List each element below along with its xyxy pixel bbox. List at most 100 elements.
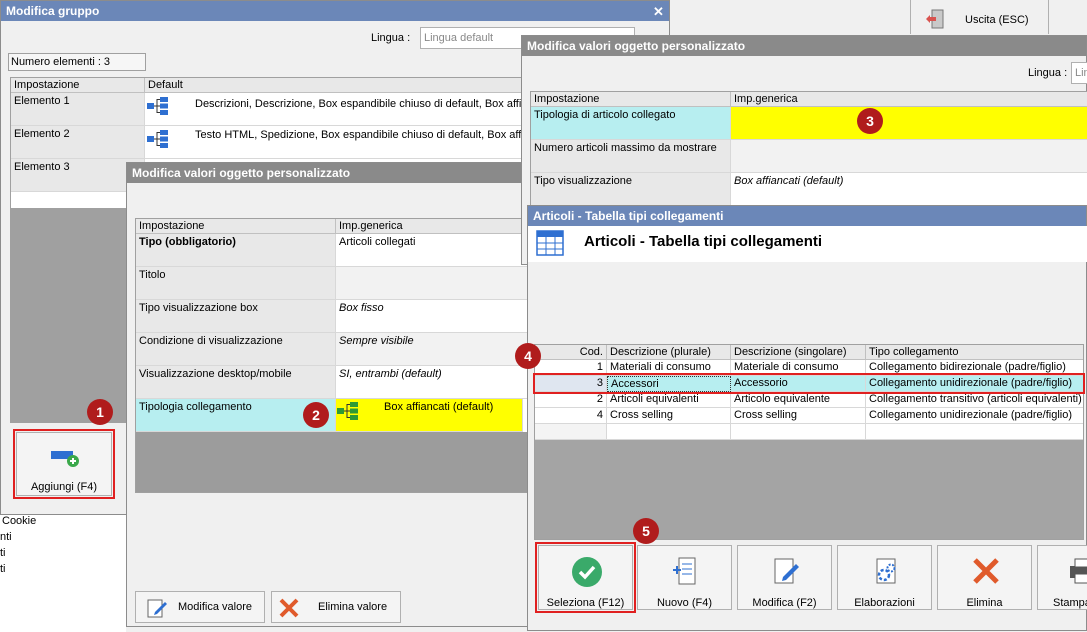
table-row-label[interactable]: Tipo visualizzazione [531,173,731,206]
toolbar-separator [1048,0,1049,34]
table-row-plural[interactable]: Articoli equivalenti [607,392,731,408]
table-row-value[interactable] [731,140,1087,173]
column-header: Tipo collegamento [866,345,1083,360]
row-value-text: Box affiancati (default) [384,401,494,413]
lingua-label: Lingua : [371,32,411,44]
delete-x-icon [279,598,299,618]
table-row-value-selected[interactable] [731,107,1087,140]
table-row-label[interactable]: Elemento 2 [11,126,145,159]
window-title: Modifica valori oggetto personalizzato [127,163,528,183]
table-row-empty[interactable] [731,424,866,440]
table-row-plural[interactable]: Cross selling [607,408,731,424]
delete-button[interactable]: Elimina [937,545,1032,610]
values-grid: Impostazione Imp.generica Tipo (obbligat… [135,218,530,493]
table-row-label-selected[interactable]: Tipologia di articolo collegato [531,107,731,140]
exit-label: Uscita (ESC) [965,14,1029,26]
column-header: Impostazione [136,219,336,234]
top-toolbar: Uscita (ESC) [670,0,1087,34]
table-row-label[interactable]: Numero articoli massimo da mostrare [531,140,731,173]
background-list: Cookie nti ti ti [0,512,126,632]
add-button[interactable]: Aggiungi (F4) [16,432,112,496]
step-badge: 5 [633,518,659,544]
table-row-label[interactable]: Tipo (obbligatorio) [136,234,336,267]
table-row-empty[interactable] [866,424,1083,440]
column-header: Impostazione [11,78,145,93]
window-title: Modifica gruppo [1,1,669,21]
table-row-label[interactable]: Titolo [136,267,336,300]
select-button[interactable]: Seleziona (F12) [538,545,633,610]
column-header: Impostazione [531,92,731,107]
table-row-type[interactable]: Collegamento transitivo (articoli equiva… [866,392,1083,408]
column-header: Descrizione (plurale) [607,345,731,360]
row-value-text: Testo HTML, Spedizione, Box espandibile … [195,129,530,141]
close-icon[interactable]: ✕ [653,4,664,20]
table-row-value[interactable]: SI, entrambi (default) [336,366,529,399]
add-button-label: Aggiungi (F4) [30,481,98,493]
column-header: Descrizione (singolare) [731,345,866,360]
edit-value-button[interactable]: Modifica valore [135,591,265,623]
exit-door-icon [926,9,944,29]
edit-icon [774,558,799,584]
modifica-valori-window-left: Modifica valori oggetto personalizzato I… [126,162,530,627]
lingua-select[interactable]: Lin [1071,62,1087,84]
grid-empty-area [136,432,529,492]
gears-icon [876,558,896,584]
new-button-label: Nuovo (F4) [656,597,713,609]
list-item: nti [0,531,12,543]
column-header: Imp.generica [731,92,1087,107]
delete-value-label: Elimina valore [318,601,388,613]
table-row-type[interactable]: Collegamento unidirezionale (padre/figli… [866,408,1083,424]
step-badge: 3 [857,108,883,134]
table-row-label[interactable]: Elemento 3 [11,159,145,192]
delete-value-button[interactable]: Elimina valore [271,591,401,623]
exit-button[interactable]: Uscita (ESC) [920,6,1040,30]
element-count: Numero elementi : 3 [8,53,146,71]
table-row-value[interactable] [336,267,529,300]
window-title: Articoli - Tabella tipi collegamenti [528,206,1086,226]
processing-button-label: Elaborazioni [854,597,915,609]
table-row-cod[interactable]: 2 [535,392,607,408]
window-title: Modifica valori oggetto personalizzato [522,36,1086,56]
processing-button[interactable]: Elaborazioni [837,545,932,610]
window-heading: Articoli - Tabella tipi collegamenti [584,233,823,250]
structure-icon [147,130,168,148]
table-row-empty[interactable] [535,424,607,440]
print-button[interactable]: Stampa [1037,545,1087,610]
edit-button-label: Modifica (F2) [752,597,817,609]
column-header: Imp.generica [336,219,529,234]
selected-row-highlight [533,373,1085,394]
tipi-collegamenti-window: Articoli - Tabella tipi collegamenti Art… [515,205,1087,631]
table-row-value[interactable]: Box fisso [336,300,529,333]
new-button[interactable]: Nuovo (F4) [637,545,732,610]
list-item: Cookie [2,515,37,527]
table-row-value[interactable]: Articoli collegati [336,234,529,267]
table-row-singular[interactable]: Articolo equivalente [731,392,866,408]
edit-button[interactable]: Modifica (F2) [737,545,832,610]
step-badge: 2 [303,402,329,428]
column-header: Cod. [535,345,607,360]
structure-icon [337,402,358,420]
table-row-singular[interactable]: Cross selling [731,408,866,424]
table-row-label[interactable]: Elemento 1 [11,93,145,126]
table-row-value[interactable]: Box affiancati (default) [731,173,1087,206]
list-item: ti [0,547,6,559]
table-row-label[interactable]: Condizione di visualizzazione [136,333,336,366]
lingua-label: Lingua : [1028,67,1068,79]
toolbar-separator [910,0,911,34]
table-row-value[interactable]: Sempre visibile [336,333,529,366]
edit-icon [147,599,167,618]
table-row-cod[interactable]: 4 [535,408,607,424]
new-record-icon [673,557,696,585]
grid-empty-area [535,440,1083,539]
select-button-label: Seleziona (F12) [546,597,625,609]
add-element-icon [51,451,79,467]
table-row-label[interactable]: Tipo visualizzazione box [136,300,336,333]
table-row-value-selected[interactable]: Box affiancati (default) [336,399,523,432]
table-icon [536,230,564,256]
step-badge: 1 [87,399,113,425]
table-row-empty[interactable] [607,424,731,440]
table-row-label[interactable]: Visualizzazione desktop/mobile [136,366,336,399]
delete-x-icon [973,558,999,584]
list-item: ti [0,563,6,575]
printer-icon [1070,558,1087,584]
